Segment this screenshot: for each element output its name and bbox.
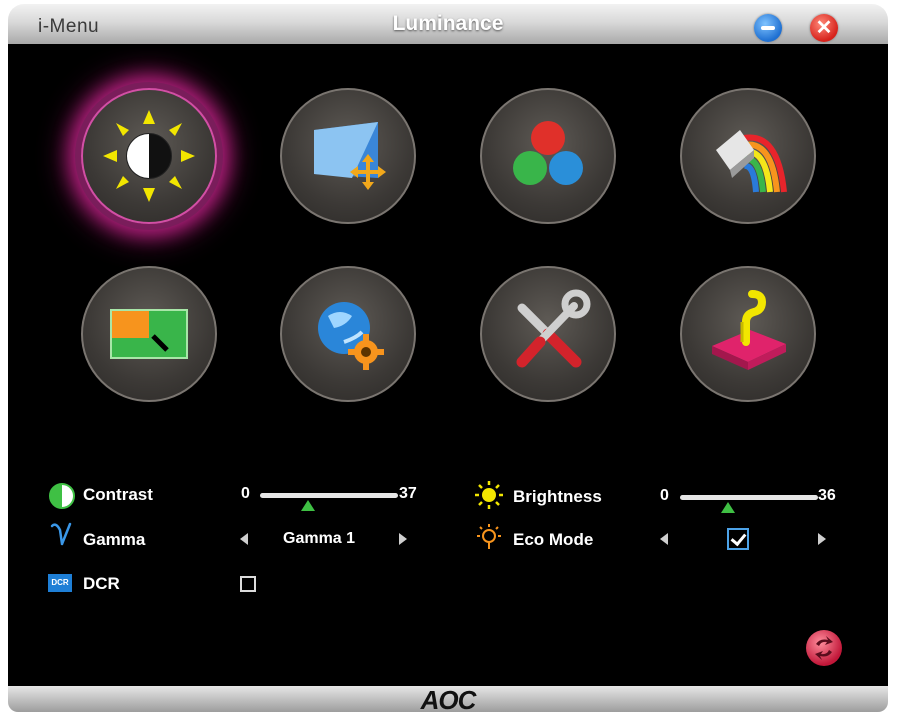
brand-logo: AOC [420,685,477,715]
contrast-icon [49,483,75,509]
extra-icon [516,289,591,368]
gamma-next-arrow-icon[interactable] [399,533,407,545]
reset-button[interactable] [806,630,842,666]
dcr-label: DCR [83,574,120,593]
brightness-icon [475,481,503,509]
title-bar: i-Menu Luminance ✕ [8,4,888,44]
minimize-button[interactable] [754,14,782,42]
eco-mode-label: Eco Mode [513,530,594,549]
color-temp-icon [513,121,583,185]
gamma-label: Gamma [83,530,146,549]
eco-mode-prev-arrow-icon[interactable] [660,533,668,545]
osd-setup-icon [318,302,384,370]
luminance-icon [103,110,195,202]
menu-panel: Contrast 0 37 Brightness 0 36 Gamma Gamm… [8,44,888,686]
color-boost-button[interactable] [680,88,816,224]
close-icon: ✕ [815,17,833,39]
gamma-value: Gamma 1 [283,530,356,547]
color-temp-button[interactable] [480,88,616,224]
footer-bar: AOC [8,685,888,715]
refresh-icon [815,636,833,660]
gamma-prev-arrow-icon[interactable] [240,533,248,545]
picture-boost-icon [110,309,188,359]
dcr-checkbox[interactable] [240,576,256,592]
contrast-slider-thumb[interactable] [301,500,316,511]
brightness-max: 36 [818,487,836,504]
picture-boost-button[interactable] [81,266,217,402]
brightness-slider-thumb[interactable] [721,502,736,513]
luminance-button[interactable] [81,88,217,224]
exit-icon [712,290,786,370]
exit-button[interactable] [680,266,816,402]
gamma-icon [50,522,72,546]
eco-mode-icon [477,524,501,549]
image-setup-icon [314,122,386,190]
contrast-max: 37 [399,485,417,502]
contrast-min: 0 [241,485,250,502]
eco-mode-checkbox[interactable] [727,528,749,550]
brightness-min: 0 [660,487,669,504]
extra-button[interactable] [480,266,616,402]
osd-setup-button[interactable] [280,266,416,402]
brightness-slider[interactable] [680,495,818,500]
close-button[interactable]: ✕ [810,14,838,42]
brightness-label: Brightness [513,487,602,506]
dcr-icon: DCR [48,574,72,592]
contrast-slider[interactable] [260,493,398,498]
color-boost-icon [716,130,787,193]
contrast-label: Contrast [83,485,153,504]
eco-mode-next-arrow-icon[interactable] [818,533,826,545]
image-setup-button[interactable] [280,88,416,224]
